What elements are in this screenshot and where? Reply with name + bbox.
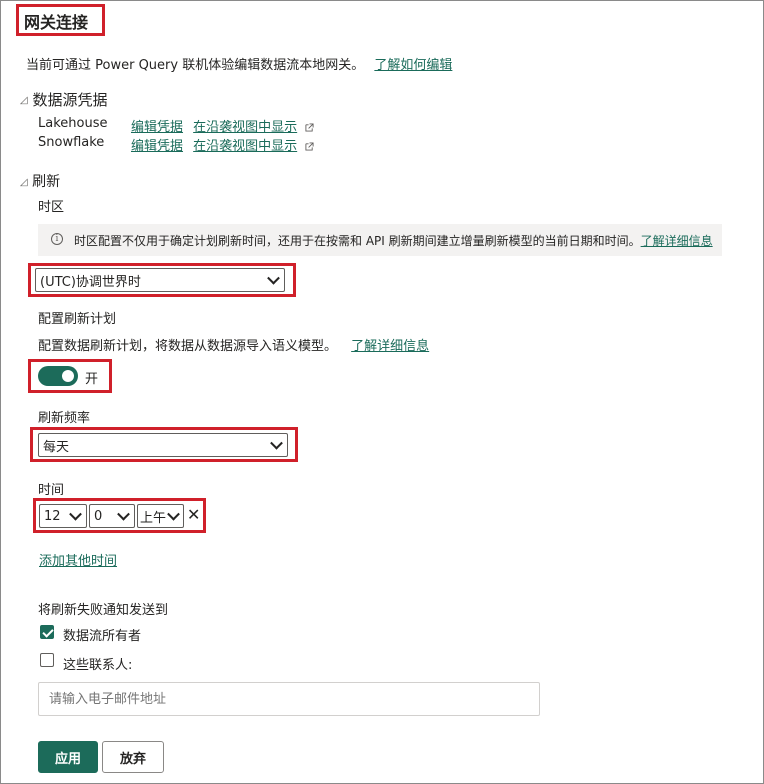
- frequency-highlight: [30, 427, 298, 462]
- timezone-highlight: [28, 263, 296, 297]
- external-link-icon: [305, 123, 314, 132]
- datasource-heading: 数据源凭据: [32, 91, 108, 109]
- refresh-section-header[interactable]: ◿ 刷新: [20, 171, 60, 191]
- collapse-triangle-icon: ◿: [20, 176, 28, 188]
- contacts-checkbox[interactable]: [40, 653, 54, 667]
- owner-checkbox[interactable]: [40, 625, 54, 639]
- gateway-description-row: 当前可通过 Power Query 联机体验编辑数据流本地网关。 了解如何编辑: [26, 54, 452, 73]
- collapse-triangle-icon: ◿: [20, 95, 28, 106]
- schedule-description: 配置数据刷新计划，将数据从数据源导入语义模型。: [38, 339, 338, 354]
- owner-checkbox-label: 数据流所有者: [63, 629, 142, 644]
- datasource-row-lakehouse: 编辑凭据 在沿袭视图中显示: [131, 116, 314, 135]
- timezone-label: 时区: [38, 200, 65, 215]
- apply-button[interactable]: 应用: [38, 741, 98, 773]
- info-icon: i: [51, 233, 63, 245]
- title-highlight: [16, 4, 105, 36]
- info-text: 时区配置不仅用于确定计划刷新时间，还用于在按需和 API 刷新期间建立增量刷新模…: [74, 234, 641, 248]
- schedule-learn-more-link[interactable]: 了解详细信息: [351, 339, 429, 354]
- learn-edit-link[interactable]: 了解如何编辑: [374, 58, 452, 73]
- notify-label: 将刷新失败通知发送到: [38, 603, 169, 618]
- time-highlight: [33, 498, 206, 533]
- discard-button[interactable]: 放弃: [102, 741, 164, 773]
- datasource-name-lakehouse: Lakehouse: [38, 116, 108, 131]
- email-field[interactable]: [38, 682, 540, 716]
- datasource-row-snowflake: 编辑凭据 在沿袭视图中显示: [131, 135, 314, 154]
- toggle-highlight: [28, 359, 112, 393]
- gateway-description: 当前可通过 Power Query 联机体验编辑数据流本地网关。: [26, 58, 365, 73]
- time-label: 时间: [38, 483, 65, 498]
- datasource-section-header[interactable]: ◿ 数据源凭据: [20, 89, 108, 110]
- timezone-info-bar: i 时区配置不仅用于确定计划刷新时间，还用于在按需和 API 刷新期间建立增量刷…: [38, 224, 722, 256]
- schedule-label: 配置刷新计划: [38, 312, 117, 327]
- lineage-view-link[interactable]: 在沿袭视图中显示: [193, 139, 297, 154]
- lineage-view-link[interactable]: 在沿袭视图中显示: [193, 120, 297, 135]
- datasource-name-snowflake: Snowflake: [38, 135, 105, 150]
- refresh-heading: 刷新: [32, 174, 61, 190]
- frequency-label: 刷新频率: [38, 411, 91, 426]
- edit-credentials-link[interactable]: 编辑凭据: [131, 120, 183, 135]
- schedule-desc-row: 配置数据刷新计划，将数据从数据源导入语义模型。 了解详细信息: [38, 335, 429, 354]
- external-link-icon: [305, 142, 314, 151]
- info-learn-more-link[interactable]: 了解详细信息: [641, 234, 713, 248]
- edit-credentials-link[interactable]: 编辑凭据: [131, 139, 183, 154]
- contacts-checkbox-label: 这些联系人:: [63, 658, 133, 673]
- add-time-link[interactable]: 添加其他时间: [39, 550, 117, 569]
